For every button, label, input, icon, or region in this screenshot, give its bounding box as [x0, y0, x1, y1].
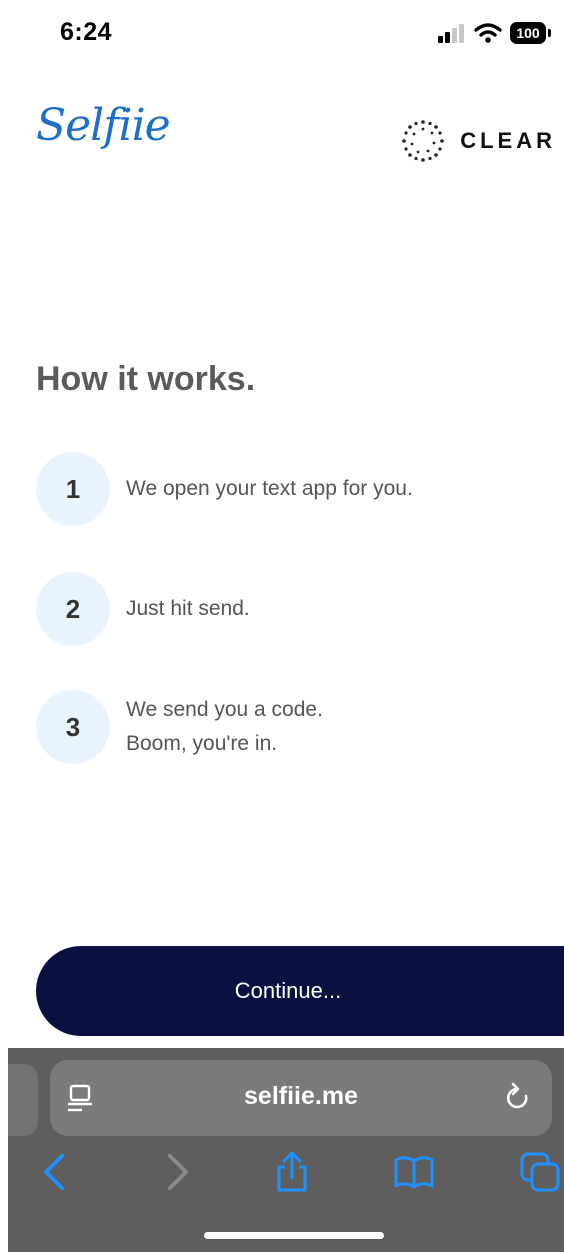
step-3: 3 We send you a code. Boom, you're in. [36, 690, 323, 764]
status-bar: 6:24 100 [0, 0, 564, 70]
step-number: 1 [36, 452, 110, 526]
clear-logo: CLEAR [400, 118, 556, 164]
back-icon[interactable] [36, 1152, 76, 1192]
status-icons: 100 [438, 20, 551, 46]
address-bar[interactable]: selfiie.me [50, 1060, 552, 1136]
battery-level: 100 [516, 25, 540, 41]
page: 6:24 100 Selfiie CLEAR How it works. 1 W… [0, 0, 564, 1252]
step-number: 2 [36, 572, 110, 646]
signal-icon [438, 24, 464, 43]
share-icon[interactable] [272, 1152, 312, 1192]
browser-toolbar [8, 1144, 564, 1204]
step-1: 1 We open your text app for you. [36, 452, 413, 526]
tabs-icon[interactable] [520, 1152, 560, 1192]
clear-wordmark: CLEAR [460, 128, 556, 153]
url-text: selfiie.me [244, 1082, 358, 1110]
bookmarks-icon[interactable] [394, 1152, 434, 1192]
step-line: We open your text app for you. [126, 477, 413, 500]
continue-label: Continue... [234, 978, 342, 1003]
previous-tab-peek[interactable] [8, 1064, 38, 1136]
continue-button[interactable]: Continue... [36, 946, 564, 1036]
step-text: We send you a code. Boom, you're in. [126, 693, 323, 761]
status-time: 6:24 [60, 18, 113, 46]
step-2: 2 Just hit send. [36, 572, 250, 646]
home-indicator[interactable] [204, 1232, 384, 1239]
step-text: We open your text app for you. [126, 472, 413, 506]
browser-chrome: selfiie.me [8, 1048, 564, 1252]
step-line: Boom, you're in. [126, 732, 278, 755]
wifi-icon [474, 23, 502, 43]
selfiie-logo: Selfiie [36, 100, 171, 151]
clear-dots-icon [402, 120, 445, 162]
step-text: Just hit send. [126, 592, 250, 626]
reload-icon[interactable] [504, 1082, 532, 1114]
forward-icon[interactable] [156, 1152, 196, 1192]
battery-icon: 100 [510, 22, 551, 44]
page-title: How it works. [36, 360, 256, 398]
step-number: 3 [36, 690, 110, 764]
step-line: Just hit send. [126, 597, 250, 620]
step-line: We send you a code. [126, 698, 323, 721]
